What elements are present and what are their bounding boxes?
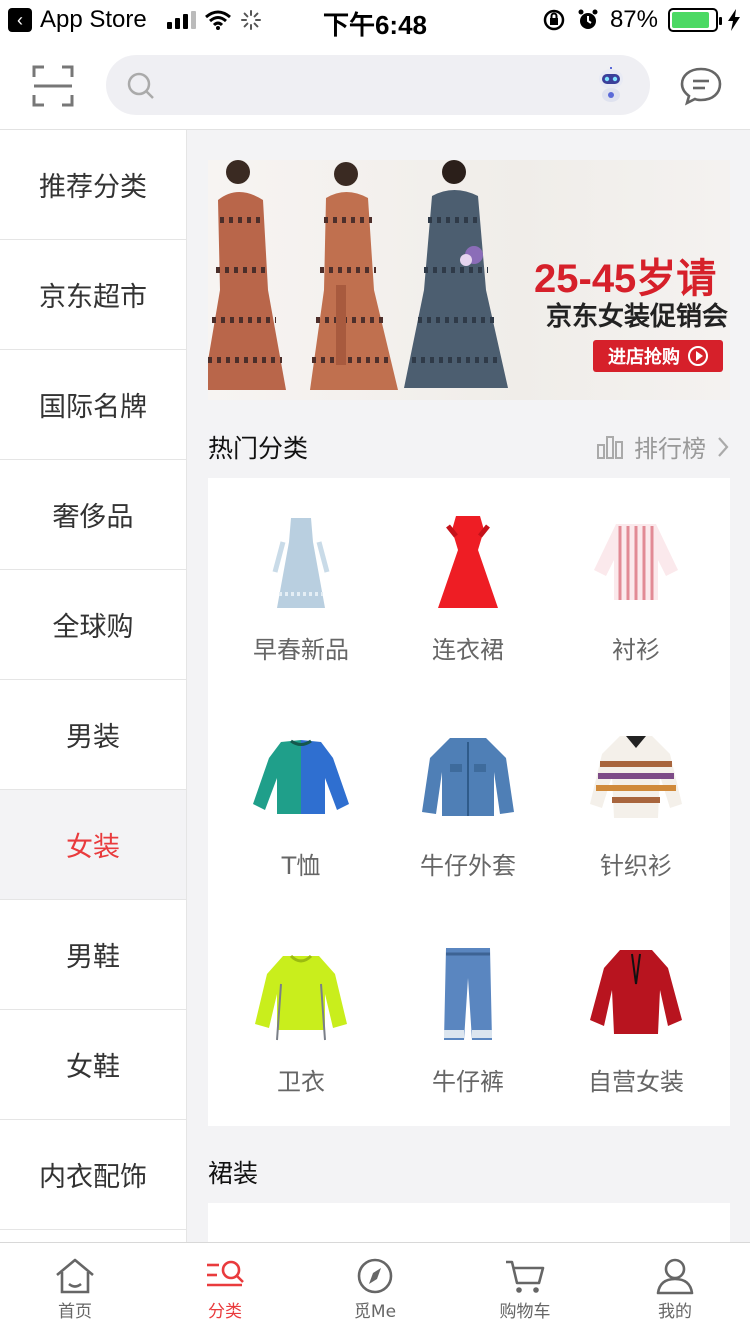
category-label: 连衣裙 <box>432 636 504 664</box>
banner-model-2-image <box>310 162 398 390</box>
tab-label: 首页 <box>58 1302 92 1322</box>
search-input[interactable] <box>168 65 588 105</box>
bottom-tab-bar: 首页 分类 觅Me 购物车 我的 <box>0 1242 750 1334</box>
charging-bolt-icon <box>728 9 740 31</box>
banner-subtitle: 京东女装促销会 <box>546 302 729 332</box>
striped-blouse-icon <box>594 524 678 600</box>
cart-icon <box>506 1260 545 1293</box>
tab-me[interactable]: 我的 <box>600 1243 750 1334</box>
category-tshirts[interactable]: T恤 <box>218 694 384 910</box>
scan-icon[interactable] <box>32 65 74 107</box>
category-label: 卫衣 <box>277 1068 325 1096</box>
neon-hoodie-icon <box>255 954 347 1041</box>
category-hoodies[interactable]: 卫衣 <box>218 910 384 1126</box>
category-icon <box>207 1260 244 1287</box>
skirts-section-title: 裙装 <box>208 1159 259 1188</box>
category-jeans[interactable]: 牛仔裤 <box>384 910 552 1126</box>
category-jd-self-run-womenswear[interactable]: 自营女装 <box>552 910 720 1126</box>
jeans-icon <box>444 948 492 1040</box>
tab-home[interactable]: 首页 <box>0 1243 150 1334</box>
tab-category[interactable]: 分类 <box>150 1243 300 1334</box>
hot-categories-title: 热门分类 <box>208 434 309 463</box>
sidebar-item-jd-supermarket[interactable]: 京东超市 <box>0 240 186 350</box>
message-icon[interactable] <box>680 66 722 106</box>
category-label: 针织衫 <box>600 852 672 880</box>
category-label: T恤 <box>281 852 321 880</box>
sidebar-item-womenswear[interactable]: 女装 <box>0 790 186 900</box>
category-label: 牛仔裤 <box>432 1068 504 1096</box>
category-knitwear[interactable]: 针织衫 <box>552 694 720 910</box>
sidebar-item-underwear-accessories[interactable]: 内衣配饰 <box>0 1120 186 1230</box>
chevron-right-icon <box>718 436 729 457</box>
category-label: 自营女装 <box>588 1068 684 1096</box>
banner-model-1-image <box>208 160 286 390</box>
hot-categories-grid: 早春新品 连衣裙 衬衫 T恤 牛仔外套 针织衫 卫衣 牛仔裤 自营女装 <box>208 478 730 1126</box>
category-dresses[interactable]: 连衣裙 <box>384 478 552 694</box>
orientation-lock-icon <box>543 9 565 31</box>
top-bar <box>0 40 750 130</box>
category-label: 衬衫 <box>612 636 660 664</box>
compass-icon <box>357 1258 393 1294</box>
category-label: 牛仔外套 <box>420 852 516 880</box>
home-icon <box>56 1258 94 1294</box>
tab-label: 分类 <box>208 1302 242 1322</box>
banner-button-label: 进店抢购 <box>608 347 680 368</box>
battery-icon <box>668 8 722 32</box>
tab-cart[interactable]: 购物车 <box>450 1243 600 1334</box>
category-label: 早春新品 <box>253 636 349 664</box>
ranking-link[interactable]: 排行榜 <box>596 429 730 464</box>
user-icon <box>656 1258 694 1295</box>
tab-discover[interactable]: 觅Me <box>300 1243 450 1334</box>
hot-categories-header: 热门分类 排行榜 <box>208 425 730 465</box>
denim-jacket-icon <box>422 738 514 816</box>
main-content: 25-45岁请 京东女装促销会 进店抢购 <box>208 160 730 400</box>
tab-label: 我的 <box>658 1302 692 1322</box>
banner-enter-store-button[interactable]: 进店抢购 <box>593 340 723 372</box>
striped-knit-icon <box>590 736 682 818</box>
promo-banner[interactable]: 25-45岁请 京东女装促销会 进店抢购 <box>208 160 730 400</box>
tab-label: 购物车 <box>499 1302 551 1322</box>
status-bar: ‹ App Store 下午6:48 87% <box>0 0 750 40</box>
battery-percent: 87% <box>609 6 658 33</box>
sidebar-item-menswear[interactable]: 男装 <box>0 680 186 790</box>
jd-robot-icon[interactable] <box>594 67 628 103</box>
light-blue-dress-icon <box>272 518 330 608</box>
sidebar-item-womens-shoes[interactable]: 女鞋 <box>0 1010 186 1120</box>
sidebar-item-global-shopping[interactable]: 全球购 <box>0 570 186 680</box>
red-blouse-icon <box>590 950 682 1034</box>
sidebar-item-international-brands[interactable]: 国际名牌 <box>0 350 186 460</box>
tab-label: 觅Me <box>353 1302 397 1322</box>
search-bar[interactable] <box>106 55 650 115</box>
banner-model-3-image <box>404 160 508 388</box>
category-shirts[interactable]: 衬衫 <box>552 478 720 694</box>
bar-chart-icon <box>597 435 623 459</box>
green-blue-sweatshirt-icon <box>253 739 349 814</box>
red-dress-icon <box>438 516 498 608</box>
category-early-spring-new[interactable]: 早春新品 <box>218 478 384 694</box>
ranking-label: 排行榜 <box>634 435 706 463</box>
category-sidebar: 推荐分类 京东超市 国际名牌 奢侈品 全球购 男装 女装 男鞋 女鞋 内衣配饰 <box>0 130 187 1242</box>
category-denim-jackets[interactable]: 牛仔外套 <box>384 694 552 910</box>
sidebar-item-mens-shoes[interactable]: 男鞋 <box>0 900 186 1010</box>
status-right: 87% <box>542 6 740 34</box>
alarm-icon <box>578 9 598 29</box>
search-icon <box>127 72 154 99</box>
play-circle-icon <box>688 346 708 366</box>
sidebar-item-luxury[interactable]: 奢侈品 <box>0 460 186 570</box>
sidebar-item-recommended[interactable]: 推荐分类 <box>0 130 186 240</box>
